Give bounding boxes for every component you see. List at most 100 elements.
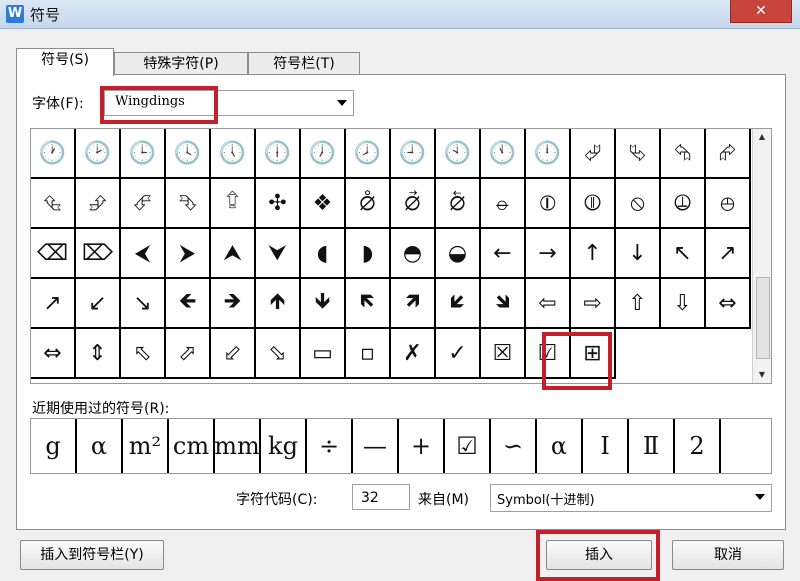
symbol-cell[interactable]: ⦹ <box>661 179 706 229</box>
symbol-cell[interactable]: ▫ <box>346 329 391 379</box>
symbol-cell[interactable]: ⊞ <box>571 329 616 379</box>
symbol-cell[interactable]: ⇕ <box>76 329 121 379</box>
symbol-cell[interactable]: ◓ <box>391 229 436 279</box>
symbol-cell[interactable]: ☑ <box>526 329 571 379</box>
recent-symbol-cell[interactable]: g <box>31 419 77 473</box>
tab-special-chars[interactable]: 特殊字符(P) <box>114 52 248 75</box>
insert-to-bar-button[interactable]: 插入到符号栏(Y) <box>20 540 164 570</box>
from-select[interactable]: Symbol(十进制) <box>490 484 772 512</box>
symbol-cell[interactable]: ⮝ <box>211 229 256 279</box>
symbol-cell[interactable]: 🡿 <box>436 279 481 329</box>
symbol-cell[interactable]: ⮰ <box>571 129 616 179</box>
chevron-down-icon[interactable] <box>337 100 347 106</box>
recent-symbol-cell[interactable]: mm <box>214 419 261 473</box>
recent-symbol-cell[interactable]: cm <box>169 419 215 473</box>
symbol-cell[interactable]: ⦲ <box>346 179 391 229</box>
symbol-cell[interactable]: ⦶ <box>526 179 571 229</box>
symbol-cell[interactable]: ⇔ <box>706 279 751 329</box>
symbol-cell[interactable]: 🕗 <box>346 129 391 179</box>
symbol-cell[interactable]: ⮟ <box>256 229 301 279</box>
recent-symbol-cell[interactable]: Ⅰ <box>583 419 629 473</box>
symbol-cell[interactable]: ☒ <box>481 329 526 379</box>
symbol-cell[interactable]: ✣ <box>256 179 301 229</box>
recent-symbol-cell[interactable]: kg <box>261 419 307 473</box>
symbol-cell[interactable]: ❖ <box>301 179 346 229</box>
symbol-cell[interactable]: 🕙 <box>436 129 481 179</box>
insert-button[interactable]: 插入 <box>546 540 652 570</box>
symbol-cell[interactable]: ⬀ <box>166 329 211 379</box>
scroll-up-icon[interactable]: ▲ <box>753 129 771 145</box>
symbol-cell[interactable]: 🡻 <box>301 279 346 329</box>
recent-symbol-cell[interactable]: α <box>537 419 583 473</box>
symbol-cell[interactable]: ⦺ <box>706 179 751 229</box>
scroll-down-icon[interactable]: ▼ <box>753 367 771 383</box>
symbol-cell[interactable]: ↖ <box>661 229 706 279</box>
symbol-cell[interactable]: ⬃ <box>211 329 256 379</box>
symbol-cell[interactable]: ⦸ <box>616 179 661 229</box>
recent-symbol-cell[interactable]: ÷ <box>307 419 353 473</box>
symbol-cell[interactable]: 🕓 <box>166 129 211 179</box>
symbol-cell[interactable]: ✗ <box>391 329 436 379</box>
symbol-cell[interactable]: ⮴ <box>31 179 76 229</box>
recent-symbol-cell[interactable]: 2 <box>675 419 721 473</box>
symbol-cell[interactable]: ⬂ <box>256 329 301 379</box>
symbol-cell[interactable]: ⇦ <box>526 279 571 329</box>
symbol-cell[interactable]: ⮱ <box>616 129 661 179</box>
symbol-cell[interactable]: ⬁ <box>121 329 166 379</box>
symbol-cell[interactable]: ⮸ <box>211 179 256 229</box>
recent-symbol-cell[interactable]: — <box>353 419 399 473</box>
symbol-cell[interactable]: ⮵ <box>76 179 121 229</box>
symbol-cell[interactable]: 🡹 <box>256 279 301 329</box>
symbol-cell[interactable]: ↗ <box>31 279 76 329</box>
symbol-cell[interactable]: ↓ <box>616 229 661 279</box>
symbol-cell[interactable]: 🕚 <box>481 129 526 179</box>
close-button[interactable]: ✕ <box>730 0 792 23</box>
symbol-cell[interactable]: ↗ <box>706 229 751 279</box>
symbol-cell[interactable]: ↘ <box>121 279 166 329</box>
symbol-cell[interactable]: 🕑 <box>76 129 121 179</box>
symbol-cell[interactable]: ⮳ <box>706 129 751 179</box>
symbol-cell[interactable]: ⦵ <box>481 179 526 229</box>
symbol-cell[interactable]: ⦳ <box>391 179 436 229</box>
symbol-cell[interactable]: ▭ <box>301 329 346 379</box>
recent-symbol-cell[interactable]: ∽ <box>491 419 537 473</box>
symbol-cell[interactable]: ← <box>481 229 526 279</box>
recent-symbol-cell[interactable]: ☑ <box>445 419 491 473</box>
chevron-down-icon[interactable] <box>755 494 765 500</box>
symbol-cell[interactable]: ↙ <box>76 279 121 329</box>
symbol-cell[interactable]: ⌫ <box>31 229 76 279</box>
symbol-cell[interactable]: 🕔 <box>211 129 256 179</box>
symbol-cell[interactable]: ⌦ <box>76 229 121 279</box>
symbol-cell[interactable]: ⇔ <box>31 329 76 379</box>
recent-symbol-cell[interactable]: m² <box>123 419 169 473</box>
symbol-cell[interactable]: ⮶ <box>121 179 166 229</box>
symbol-cell[interactable]: ⇩ <box>661 279 706 329</box>
symbol-cell[interactable]: ⦴ <box>436 179 481 229</box>
scroll-thumb[interactable] <box>756 277 770 359</box>
recent-symbol-cell[interactable]: + <box>399 419 445 473</box>
symbol-cell[interactable]: ◗ <box>346 229 391 279</box>
symbol-cell[interactable]: ✓ <box>436 329 481 379</box>
cancel-button[interactable]: 取消 <box>672 540 784 570</box>
symbol-cell[interactable]: ⦷ <box>571 179 616 229</box>
symbol-cell[interactable]: 🕖 <box>301 129 346 179</box>
symbol-cell[interactable]: 🕛 <box>526 129 571 179</box>
tab-symbols[interactable]: 符号(S) <box>16 48 114 76</box>
tab-symbol-bar[interactable]: 符号栏(T) <box>248 52 360 75</box>
symbol-cell[interactable]: 🕘 <box>391 129 436 179</box>
recent-symbol-cell[interactable]: α <box>77 419 123 473</box>
symbol-cell[interactable]: 🡺 <box>211 279 256 329</box>
symbol-cell[interactable]: 🡼 <box>346 279 391 329</box>
symbol-cell[interactable]: ⇨ <box>571 279 616 329</box>
char-code-input[interactable]: 32 <box>352 484 410 510</box>
symbol-cell[interactable]: 🕐 <box>31 129 76 179</box>
symbol-cell[interactable]: 🕒 <box>121 129 166 179</box>
symbol-cell[interactable]: ⇧ <box>616 279 661 329</box>
symbol-cell[interactable]: ⮲ <box>661 129 706 179</box>
recent-symbol-cell[interactable]: Ⅱ <box>629 419 675 473</box>
grid-scrollbar[interactable]: ▲ ▼ <box>752 129 771 383</box>
symbol-cell[interactable]: 🕕 <box>256 129 301 179</box>
symbol-cell[interactable]: ⮷ <box>166 179 211 229</box>
symbol-cell[interactable]: ◖ <box>301 229 346 279</box>
font-select[interactable]: Wingdings <box>104 90 354 116</box>
